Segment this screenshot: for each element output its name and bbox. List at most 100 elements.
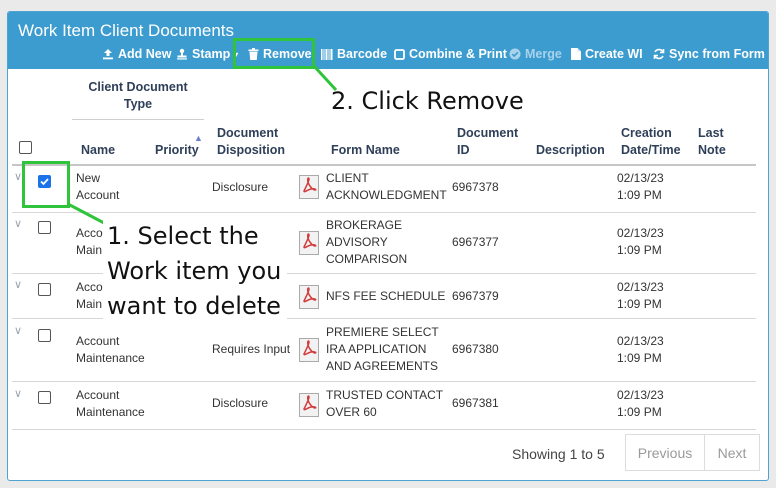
chevron-down-icon[interactable]: ∨ <box>14 170 22 183</box>
row-divider <box>12 381 756 382</box>
column-header-document-id-line1: Document <box>457 126 519 140</box>
next-page-button[interactable]: Next <box>704 434 760 471</box>
row-document-id: 6967380 <box>452 342 499 356</box>
row-created-time: 1:09 PM <box>617 405 662 419</box>
chevron-down-icon[interactable]: ∨ <box>14 278 22 291</box>
row-created-time: 1:09 PM <box>617 351 662 365</box>
row-name-line2: Account <box>76 188 120 202</box>
sync-from-form-button[interactable]: Sync from Form <box>653 47 765 61</box>
caret-down-icon: ▾ <box>234 49 239 59</box>
column-header-created[interactable]: Creation Date/Time <box>621 125 681 159</box>
row-disposition: Disclosure <box>212 396 269 410</box>
row-created-time: 1:09 PM <box>617 297 662 311</box>
pdf-icon[interactable] <box>299 338 319 362</box>
row-checkbox[interactable] <box>38 391 51 404</box>
row-form-line2: ADVISORY <box>326 235 388 249</box>
column-header-last-note[interactable]: Last Note <box>698 125 726 159</box>
column-header-description[interactable]: Description <box>536 142 605 159</box>
row-form-line1: BROKERAGE <box>326 218 403 232</box>
annotation-step1-line2: Work item you <box>107 257 282 285</box>
check-circle-icon <box>509 48 521 60</box>
previous-page-button[interactable]: Previous <box>625 434 705 471</box>
pdf-icon[interactable] <box>299 231 319 255</box>
merge-button[interactable]: Merge <box>509 47 562 61</box>
row-created-date: 02/13/23 <box>617 171 664 185</box>
combine-print-button[interactable]: Combine & Print <box>394 47 507 61</box>
merge-label: Merge <box>525 47 562 61</box>
row-divider <box>12 429 756 430</box>
row-form-line3: AND AGREEMENTS <box>326 359 439 373</box>
annotation-step1-line3: want to delete <box>107 292 281 320</box>
row-form-name[interactable]: TRUSTED CONTACT OVER 60 <box>326 387 443 421</box>
row-divider <box>12 212 756 213</box>
row-form-name[interactable]: BROKERAGE ADVISORY COMPARISON <box>326 217 407 268</box>
chevron-down-icon[interactable]: ∨ <box>14 217 22 230</box>
column-header-created-line1: Creation <box>621 126 672 140</box>
row-form-name[interactable]: NFS FEE SCHEDULE <box>326 288 445 305</box>
row-checkbox[interactable] <box>38 175 51 188</box>
row-checkbox[interactable] <box>38 221 51 234</box>
row-name-line2: Main <box>76 243 103 257</box>
column-header-document-id[interactable]: Document ID <box>457 125 518 159</box>
remove-button[interactable]: Remove <box>248 47 312 61</box>
column-header-created-line2: Date/Time <box>621 143 681 157</box>
row-name-line1: Account <box>76 388 120 402</box>
file-icon <box>571 48 581 60</box>
pdf-icon[interactable] <box>299 285 319 309</box>
row-checkbox[interactable] <box>38 283 51 296</box>
annotation-step1: 1. Select the Work item you want to dele… <box>103 219 288 324</box>
annotation-step2: 2. Click Remove <box>331 87 524 115</box>
row-name: Acco Main <box>76 279 103 313</box>
panel-title: Work Item Client Documents <box>18 21 235 40</box>
row-form-line2: IRA APPLICATION <box>326 342 427 356</box>
create-wi-button[interactable]: Create WI <box>571 47 643 61</box>
row-name: Acco Main <box>76 225 103 259</box>
row-checkbox[interactable] <box>38 329 51 342</box>
column-header-last-note-line2: Note <box>698 143 726 157</box>
row-form-line2: OVER 60 <box>326 405 377 419</box>
row-document-id: 6967377 <box>452 235 499 249</box>
trash-icon <box>248 48 259 60</box>
column-header-disposition-line1: Document <box>217 126 279 140</box>
row-form-line1: TRUSTED CONTACT <box>326 388 444 402</box>
chevron-down-icon[interactable]: ∨ <box>14 387 22 400</box>
row-name-line2: Maintenance <box>76 405 145 419</box>
column-header-priority[interactable]: Priority <box>155 142 199 159</box>
row-document-id: 6967378 <box>452 180 499 194</box>
row-created-time: 1:09 PM <box>617 243 662 257</box>
barcode-icon <box>321 48 333 60</box>
row-created-date: 02/13/23 <box>617 280 664 294</box>
row-disposition: Disclosure <box>212 180 269 194</box>
row-created-date: 02/13/23 <box>617 334 664 348</box>
stamp-icon <box>177 48 187 60</box>
row-created: 02/13/23 1:09 PM <box>617 170 664 204</box>
upload-icon <box>103 49 113 60</box>
checkmark-icon <box>40 178 49 186</box>
stamp-button[interactable]: Stamp ▾ <box>176 47 238 61</box>
column-header-disposition[interactable]: Document Disposition <box>217 125 285 159</box>
barcode-label: Barcode <box>337 47 388 61</box>
chevron-down-icon[interactable]: ∨ <box>14 324 22 337</box>
row-form-line1: PREMIERE SELECT <box>326 325 439 339</box>
square-icon <box>394 48 405 60</box>
row-created: 02/13/23 1:09 PM <box>617 279 664 313</box>
row-form-name[interactable]: CLIENT ACKNOWLEDGMENT <box>326 170 447 204</box>
add-new-label: Add New <box>118 47 172 61</box>
row-disposition: Requires Input <box>212 342 291 356</box>
row-name-line2: Maintenance <box>76 351 145 365</box>
column-header-form-name[interactable]: Form Name <box>331 142 400 159</box>
row-created-date: 02/13/23 <box>617 388 664 402</box>
sync-icon <box>653 48 665 60</box>
row-document-id: 6967381 <box>452 396 499 410</box>
pdf-icon[interactable] <box>299 175 319 199</box>
row-form-line1: NFS FEE SCHEDULE <box>326 289 446 303</box>
select-all-checkbox[interactable] <box>19 141 32 154</box>
pdf-icon[interactable] <box>299 393 319 417</box>
combine-print-label: Combine & Print <box>409 47 507 61</box>
column-header-name[interactable]: Name <box>81 142 115 159</box>
row-name-line1: Acco <box>76 280 103 294</box>
sync-from-form-label: Sync from Form <box>669 47 765 61</box>
row-form-name[interactable]: PREMIERE SELECT IRA APPLICATION AND AGRE… <box>326 324 439 375</box>
barcode-button[interactable]: Barcode <box>321 47 387 61</box>
add-new-button[interactable]: Add New <box>102 47 171 61</box>
